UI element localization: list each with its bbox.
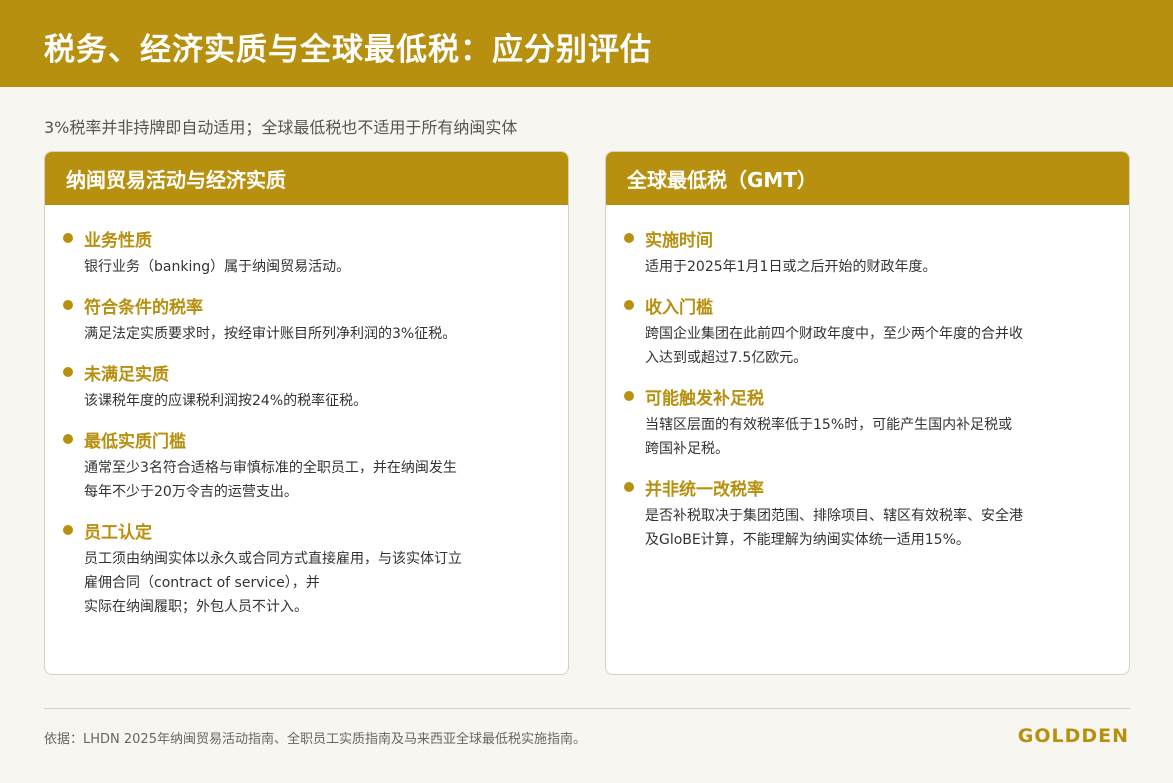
card-title: 纳闽贸易活动与经济实质 xyxy=(66,168,286,192)
bullet-icon xyxy=(63,525,73,535)
bullet-icon xyxy=(624,391,634,401)
item-body: 跨国企业集团在此前四个财政年度中，至少两个年度的合并收 入达到或超过7.5亿欧元… xyxy=(645,326,1023,366)
item-body: 是否补税取决于集团范围、排除项目、辖区有效税率、安全港 及GloBE计算，不能理… xyxy=(645,508,1023,548)
item-body: 该课税年度的应课税利润按24%的税率征税。 xyxy=(84,393,368,409)
item-body: 通常至少3名符合适格与审慎标准的全职员工，并在纳闽发生 每年不少于20万令吉的运… xyxy=(84,460,457,500)
card-title: 全球最低税（GMT） xyxy=(627,168,817,192)
item-list: 实施时间 适用于2025年1月1日或之后开始的财政年度。 收入门槛 跨国企业集团… xyxy=(606,205,1129,552)
item-title: 最低实质门槛 xyxy=(84,431,186,452)
bullet-icon xyxy=(63,367,73,377)
item-title: 并非统一改税率 xyxy=(645,479,764,500)
list-item: 收入门槛 跨国企业集团在此前四个财政年度中，至少两个年度的合并收 入达到或超过7… xyxy=(624,292,1109,370)
bullet-icon xyxy=(624,482,634,492)
bullet-icon xyxy=(624,233,634,243)
card-header: 全球最低税（GMT） xyxy=(606,152,1129,205)
item-body: 当辖区层面的有效税率低于15%时，可能产生国内补足税或 跨国补足税。 xyxy=(645,417,1013,457)
bullet-icon xyxy=(63,300,73,310)
item-body: 适用于2025年1月1日或之后开始的财政年度。 xyxy=(645,259,937,275)
list-item: 符合条件的税率 满足法定实质要求时，按经审计账目所列净利润的3%征税。 xyxy=(63,292,548,346)
item-title: 员工认定 xyxy=(84,522,152,543)
bullet-icon xyxy=(63,233,73,243)
list-item: 可能触发补足税 当辖区层面的有效税率低于15%时，可能产生国内补足税或 跨国补足… xyxy=(624,383,1109,461)
list-item: 实施时间 适用于2025年1月1日或之后开始的财政年度。 xyxy=(624,225,1109,279)
item-title: 未满足实质 xyxy=(84,364,169,385)
list-item: 最低实质门槛 通常至少3名符合适格与审慎标准的全职员工，并在纳闽发生 每年不少于… xyxy=(63,426,548,504)
list-item: 未满足实质 该课税年度的应课税利润按24%的税率征税。 xyxy=(63,359,548,413)
card-header: 纳闽贸易活动与经济实质 xyxy=(45,152,568,205)
item-title: 符合条件的税率 xyxy=(84,297,203,318)
bullet-icon xyxy=(63,434,73,444)
page-subtitle: 3%税率并非持牌即自动适用；全球最低税也不适用于所有纳闽实体 xyxy=(44,118,518,137)
item-body: 员工须由纳闽实体以永久或合同方式直接雇用，与该实体订立 雇佣合同（contrac… xyxy=(84,551,462,615)
footer-source-note: 依据：LHDN 2025年纳闽贸易活动指南、全职员工实质指南及马来西亚全球最低税… xyxy=(44,732,586,747)
card-labuan-trading: 纳闽贸易活动与经济实质 业务性质 银行业务（banking）属于纳闽贸易活动。 … xyxy=(44,151,569,675)
item-title: 可能触发补足税 xyxy=(645,388,764,409)
footer-divider xyxy=(44,708,1130,709)
header-bar: 税务、经济实质与全球最低税：应分别评估 xyxy=(0,0,1173,87)
item-body: 银行业务（banking）属于纳闽贸易活动。 xyxy=(84,259,351,275)
item-list: 业务性质 银行业务（banking）属于纳闽贸易活动。 符合条件的税率 满足法定… xyxy=(45,205,568,619)
item-title: 实施时间 xyxy=(645,230,713,251)
item-title: 收入门槛 xyxy=(645,297,713,318)
item-body: 满足法定实质要求时，按经审计账目所列净利润的3%征税。 xyxy=(84,326,457,342)
list-item: 业务性质 银行业务（banking）属于纳闽贸易活动。 xyxy=(63,225,548,279)
page-title: 税务、经济实质与全球最低税：应分别评估 xyxy=(44,32,652,68)
card-global-minimum-tax: 全球最低税（GMT） 实施时间 适用于2025年1月1日或之后开始的财政年度。 … xyxy=(605,151,1130,675)
list-item: 员工认定 员工须由纳闽实体以永久或合同方式直接雇用，与该实体订立 雇佣合同（co… xyxy=(63,517,548,619)
item-title: 业务性质 xyxy=(84,230,152,251)
bullet-icon xyxy=(624,300,634,310)
brand-logo: GOLDDEN xyxy=(1017,725,1129,747)
list-item: 并非统一改税率 是否补税取决于集团范围、排除项目、辖区有效税率、安全港 及Glo… xyxy=(624,474,1109,552)
